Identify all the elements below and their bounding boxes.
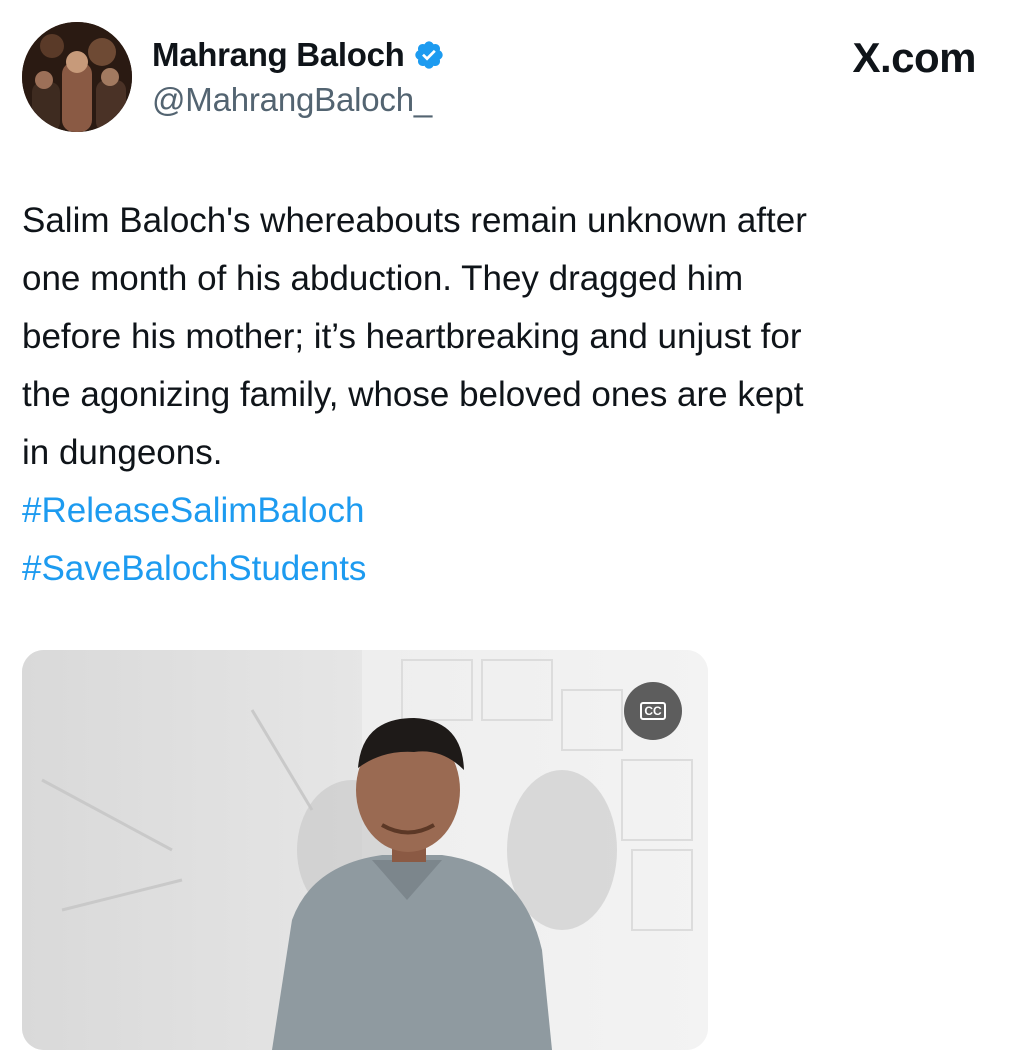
author-display-name[interactable]: Mahrang Baloch: [152, 36, 405, 74]
closed-captions-icon: CC: [640, 702, 666, 720]
hashtag-link[interactable]: #SaveBalochStudents: [22, 540, 992, 598]
video-frame: [22, 650, 708, 1050]
tweet-text-line: Salim Baloch's whereabouts remain unknow…: [22, 201, 807, 240]
tweet-text-line: in dungeons.: [22, 433, 223, 472]
tweet-video[interactable]: CC: [22, 650, 708, 1050]
author-avatar[interactable]: [22, 22, 132, 132]
closed-captions-button[interactable]: CC: [624, 682, 682, 740]
verified-badge-icon: [413, 39, 445, 71]
tweet-text-line: the agonizing family, whose beloved ones…: [22, 375, 804, 414]
tweet-text-line: one month of his abduction. They dragged…: [22, 259, 744, 298]
author-handle[interactable]: @MahrangBaloch_: [152, 81, 432, 119]
tweet-text-line: before his mother; it’s heartbreaking an…: [22, 317, 802, 356]
author-name-row[interactable]: Mahrang Baloch: [152, 36, 445, 74]
tweet-text: Salim Baloch's whereabouts remain unknow…: [22, 192, 992, 598]
avatar-photo: [22, 22, 132, 132]
x-brand-label: X.com: [852, 34, 976, 81]
hashtag-link[interactable]: #ReleaseSalimBaloch: [22, 482, 992, 540]
